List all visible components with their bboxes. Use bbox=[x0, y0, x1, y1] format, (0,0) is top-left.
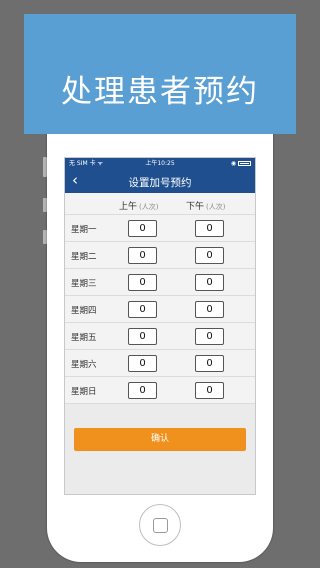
table-row: 星期三 0 0 bbox=[65, 269, 255, 296]
am-column-header: 上午 (人次) bbox=[119, 199, 158, 212]
day-label: 星期四 bbox=[71, 306, 97, 316]
am-count-input[interactable]: 0 bbox=[128, 301, 157, 318]
am-count-input[interactable]: 0 bbox=[128, 382, 157, 399]
pm-count-input[interactable]: 0 bbox=[195, 328, 224, 345]
home-button[interactable] bbox=[139, 504, 181, 546]
status-time: 上午10:25 bbox=[145, 160, 175, 167]
am-count-input[interactable]: 0 bbox=[128, 220, 157, 237]
am-count-input[interactable]: 0 bbox=[128, 247, 157, 264]
pm-count-input[interactable]: 0 bbox=[195, 301, 224, 318]
table-row: 星期一 0 0 bbox=[65, 215, 255, 242]
am-count-input[interactable]: 0 bbox=[128, 274, 157, 291]
pm-count-input[interactable]: 0 bbox=[195, 274, 224, 291]
battery-icon bbox=[238, 161, 251, 166]
nav-bar: ‹ 设置加号预约 bbox=[65, 169, 255, 193]
schedule-table: 上午 (人次) 下午 (人次) 星期一 0 0 星期二 0 0 星期三 0 0 星期… bbox=[65, 193, 255, 404]
confirm-button[interactable]: 确认 bbox=[74, 428, 246, 451]
table-row: 星期日 0 0 bbox=[65, 377, 255, 404]
day-label: 星期六 bbox=[71, 360, 97, 370]
pm-count-input[interactable]: 0 bbox=[195, 382, 224, 399]
day-label: 星期三 bbox=[71, 279, 97, 289]
day-label: 星期日 bbox=[71, 387, 97, 397]
day-label: 星期一 bbox=[71, 225, 97, 235]
pm-count-input[interactable]: 0 bbox=[195, 247, 224, 264]
table-row: 星期二 0 0 bbox=[65, 242, 255, 269]
pm-count-input[interactable]: 0 bbox=[195, 220, 224, 237]
pm-unit: (人次) bbox=[206, 203, 226, 211]
location-icon: ◉ bbox=[230, 160, 237, 167]
home-square-icon bbox=[153, 518, 168, 533]
table-row: 星期五 0 0 bbox=[65, 323, 255, 350]
table-header: 上午 (人次) 下午 (人次) bbox=[65, 193, 255, 215]
table-row: 星期六 0 0 bbox=[65, 350, 255, 377]
app-screen: 无 SIM 卡 ᯤ 上午10:25 ◉ ‹ 设置加号预约 上午 (人次) 下午 (人… bbox=[64, 157, 256, 495]
pm-count-input[interactable]: 0 bbox=[195, 355, 224, 372]
page-title: 设置加号预约 bbox=[128, 177, 192, 189]
am-count-input[interactable]: 0 bbox=[128, 328, 157, 345]
day-label: 星期五 bbox=[71, 333, 97, 343]
pm-column-header: 下午 (人次) bbox=[186, 199, 225, 212]
promo-banner: 处理患者预约 bbox=[24, 14, 296, 134]
pm-label: 下午 bbox=[186, 202, 205, 212]
table-row: 星期四 0 0 bbox=[65, 296, 255, 323]
banner-title: 处理患者预约 bbox=[61, 74, 259, 110]
am-count-input[interactable]: 0 bbox=[128, 355, 157, 372]
am-unit: (人次) bbox=[139, 203, 159, 211]
day-label: 星期二 bbox=[71, 252, 97, 262]
status-right: ◉ bbox=[231, 158, 251, 169]
status-bar: 无 SIM 卡 ᯤ 上午10:25 ◉ bbox=[65, 158, 255, 169]
am-label: 上午 bbox=[119, 202, 138, 212]
